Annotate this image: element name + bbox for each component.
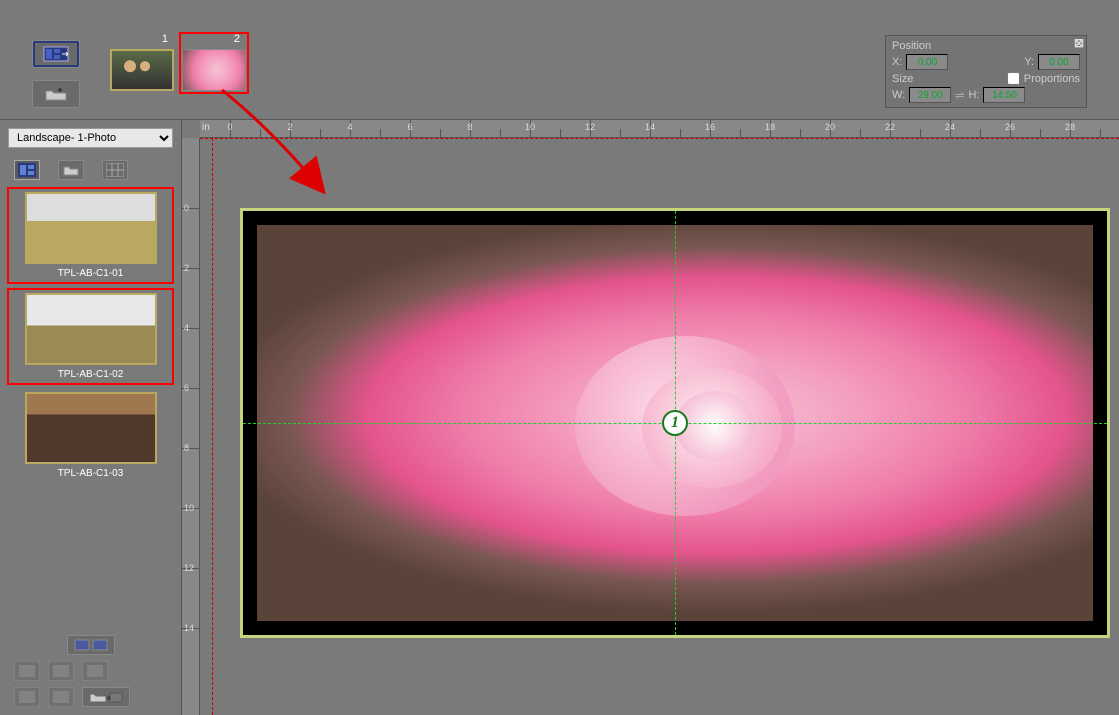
size-label: Size [892, 73, 913, 85]
proportions-checkbox[interactable] [1007, 72, 1020, 85]
ruler-tick-label: 16 [705, 122, 715, 132]
ruler-tick-label: 6 [184, 383, 189, 393]
page-thumb-1[interactable]: 1 [110, 35, 174, 91]
canvas-area: in 0246810121416182022242628 02468101214… [182, 120, 1119, 715]
ruler-tick-label: 8 [467, 122, 472, 132]
ruler-tick-label: 12 [585, 122, 595, 132]
ruler-tick-label: 6 [407, 122, 412, 132]
action-btn-3[interactable] [82, 661, 108, 681]
y-label: Y: [1024, 56, 1034, 68]
ruler-tick-label: 4 [347, 122, 352, 132]
ruler-tick-label: 0 [227, 122, 232, 132]
ruler-tick-label: 26 [1005, 122, 1015, 132]
template-label: TPL-AB-C1-01 [12, 268, 169, 279]
grid-tab[interactable] [102, 160, 128, 180]
ruler-unit: in [202, 122, 210, 133]
canvas[interactable]: 1 [200, 138, 1119, 715]
ruler-tick-label: 20 [825, 122, 835, 132]
page-thumb-image [110, 49, 174, 91]
proportions-label: Proportions [1024, 73, 1080, 85]
spread-button[interactable] [67, 635, 115, 655]
action-btn-4[interactable] [14, 687, 40, 707]
template-preview [25, 192, 157, 264]
position-label: Position [892, 40, 931, 52]
sidebar-actions [4, 621, 177, 715]
template-label: TPL-AB-C1-03 [10, 468, 171, 479]
action-btn-1[interactable] [14, 661, 40, 681]
template-item-2[interactable]: TPL-AB-C1-02 [10, 291, 171, 382]
page-thumb-2[interactable]: 2 [182, 35, 246, 91]
ruler-tick-label: 2 [184, 263, 189, 273]
ruler-tick-label: 24 [945, 122, 955, 132]
page-number: 2 [234, 33, 240, 45]
page-photo-frame[interactable]: 1 [240, 208, 1110, 638]
template-preview [25, 392, 157, 464]
ruler-tick-label: 18 [765, 122, 775, 132]
template-label: TPL-AB-C1-02 [12, 369, 169, 380]
properties-panel: ⊠ Position X: Y: Size Proportions W: ⇌ H… [885, 35, 1087, 108]
y-input[interactable] [1038, 54, 1080, 70]
ruler-tick-label: 0 [184, 203, 189, 213]
sidebar: Landscape- 1-Photo TPL-AB-C1-01 TPL-AB-C… [0, 120, 182, 715]
template-preview [25, 293, 157, 365]
action-btn-5[interactable] [48, 687, 74, 707]
template-category-select[interactable]: Landscape- 1-Photo [8, 128, 173, 148]
layouts-tab[interactable] [14, 160, 40, 180]
folder-tool-button[interactable] [32, 80, 80, 108]
x-label: X: [892, 56, 902, 68]
template-item-3[interactable]: TPL-AB-C1-03 [10, 392, 171, 479]
photo-slot-badge: 1 [662, 410, 688, 436]
action-btn-2[interactable] [48, 661, 74, 681]
vertical-ruler[interactable]: 0 2 4 6 8 10 12 14 [182, 138, 200, 715]
ruler-tick-label: 14 [184, 623, 194, 633]
h-input[interactable] [983, 87, 1025, 103]
horizontal-ruler[interactable]: in 0246810121416182022242628 [200, 120, 1119, 138]
template-list: TPL-AB-C1-01 TPL-AB-C1-02 TPL-AB-C1-03 [4, 186, 177, 621]
ruler-tick-label: 10 [525, 122, 535, 132]
w-label: W: [892, 89, 905, 101]
ruler-tick-label: 12 [184, 563, 194, 573]
folders-tab[interactable] [58, 160, 84, 180]
ruler-tick-label: 2 [287, 122, 292, 132]
w-input[interactable] [909, 87, 951, 103]
ruler-tick-label: 22 [885, 122, 895, 132]
ruler-tick-label: 10 [184, 503, 194, 513]
layout-tool-button[interactable] [32, 40, 80, 68]
ruler-tick-label: 28 [1065, 122, 1075, 132]
close-icon[interactable]: ⊠ [1074, 36, 1084, 50]
x-input[interactable] [906, 54, 948, 70]
ruler-tick-label: 8 [184, 443, 189, 453]
page-thumb-image [182, 49, 246, 91]
guide-horizontal [200, 138, 1119, 139]
ruler-tick-label: 4 [184, 323, 189, 333]
h-label: H: [968, 89, 979, 101]
page-thumbnails: 1 2 [110, 35, 246, 91]
guide-vertical [212, 138, 213, 715]
page-number: 1 [162, 33, 168, 45]
template-item-1[interactable]: TPL-AB-C1-01 [10, 190, 171, 281]
ruler-tick-label: 14 [645, 122, 655, 132]
link-icon[interactable]: ⇌ [955, 89, 964, 102]
action-btn-apply[interactable] [82, 687, 130, 707]
